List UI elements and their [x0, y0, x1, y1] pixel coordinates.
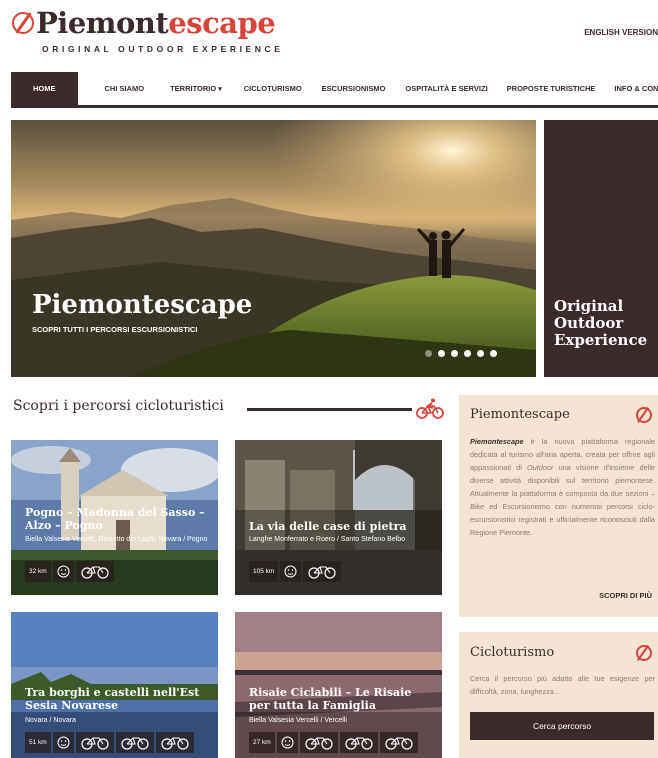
- nav-cicloturismo[interactable]: CICLOTURISMO: [244, 72, 302, 105]
- info-box-title: Piemontescape: [470, 407, 570, 422]
- route-card[interactable]: Risaie Ciclabili – Le Risaie per tutta l…: [235, 612, 442, 758]
- route-length: 32 km: [25, 561, 51, 582]
- cicloturismo-box-title: Cicloturismo: [470, 645, 555, 660]
- search-route-button[interactable]: Cerca percorso: [470, 712, 654, 740]
- route-card-meta: 51 km: [25, 732, 194, 753]
- nav-escursionismo[interactable]: ESCURSIONISMO: [322, 72, 386, 105]
- cicloturismo-box-text: Cerca il percorso più adatto alle tue es…: [470, 674, 655, 696]
- route-card-location: Biella Valsesia Vercelli, Distretto dei …: [25, 536, 208, 543]
- main-nav: HOME CHI SIAMO TERRITORIO ▾ CICLOTURISMO …: [11, 72, 658, 108]
- nav-home[interactable]: HOME: [11, 72, 78, 105]
- slider-dot[interactable]: [438, 350, 445, 357]
- slider-dots: [425, 350, 497, 357]
- route-card-meta: 32 km: [25, 561, 114, 582]
- bike-type-icon: [155, 732, 194, 753]
- route-length: 105 km: [249, 561, 279, 582]
- bike-type-icon: [75, 732, 114, 753]
- hero-landscape-image: [11, 120, 536, 377]
- route-length: 27 km: [249, 732, 275, 753]
- route-card[interactable]: Pogno – Madonna del Sasso – Alzo – Pogno…: [11, 440, 218, 595]
- bike-type-icon: [303, 561, 342, 582]
- route-card-title: Pogno – Madonna del Sasso – Alzo – Pogno: [25, 506, 205, 532]
- nav-territorio[interactable]: TERRITORIO ▾: [170, 72, 222, 105]
- hero-slider[interactable]: Piemontescape SCOPRI TUTTI I PERCORSI ES…: [11, 120, 536, 377]
- logo-mark-icon: [12, 12, 34, 34]
- slider-dot[interactable]: [451, 350, 458, 357]
- route-card-location: Langhe Monferrato e Roero / Santo Stefan…: [249, 536, 406, 543]
- route-card[interactable]: La via delle case di pietra Langhe Monfe…: [235, 440, 442, 595]
- difficulty-icon: [276, 732, 298, 753]
- route-card-location: Biella Valsesia Vercelli / Vercelli: [249, 717, 347, 724]
- bike-type-icon: [75, 561, 114, 582]
- bike-type-icon: [379, 732, 418, 753]
- route-card-meta: 27 km: [249, 732, 418, 753]
- difficulty-icon: [52, 561, 74, 582]
- hero-subtitle[interactable]: SCOPRI TUTTI I PERCORSI ESCURSIONISTICI: [32, 325, 197, 334]
- section-divider: [247, 408, 412, 411]
- slider-dot[interactable]: [490, 350, 497, 357]
- english-version-link[interactable]: ENGLISH VERSION: [584, 28, 658, 37]
- route-card-title: Risaie Ciclabili – Le Risaie per tutta l…: [249, 686, 412, 712]
- nav-chi-siamo[interactable]: CHI SIAMO: [105, 72, 145, 105]
- nav-info[interactable]: INFO & CONTATTI: [614, 72, 658, 105]
- info-box-text: Piemontescape è la nuova piattaforma reg…: [470, 437, 655, 537]
- route-card-title: La via delle case di pietra: [249, 520, 407, 533]
- hero-title: Piemontescape: [32, 290, 253, 320]
- difficulty-icon: [280, 561, 302, 582]
- section-title: Scopri i percorsi cicloturistici: [13, 398, 224, 414]
- route-card-meta: 105 km: [249, 561, 342, 582]
- route-card-location: Novara / Novara: [25, 717, 76, 724]
- logo-mark-icon: [636, 645, 652, 661]
- bike-type-icon: [339, 732, 378, 753]
- nav-territorio-label: TERRITORIO: [170, 84, 217, 93]
- cyclist-icon: [416, 398, 444, 419]
- tagline: ORIGINAL OUTDOOR EXPERIENCE: [42, 44, 284, 54]
- site-logo[interactable]: Piemontescape: [12, 6, 276, 40]
- nav-ospitalita[interactable]: OSPITALITÀ E SERVIZI: [405, 72, 487, 105]
- logo-text: Piemontescape: [36, 6, 276, 40]
- difficulty-icon: [52, 732, 74, 753]
- logo-mark-icon: [636, 407, 652, 423]
- nav-proposte[interactable]: PROPOSTE TURISTICHE: [507, 72, 596, 105]
- slider-dot[interactable]: [477, 350, 484, 357]
- slider-dot[interactable]: [464, 350, 471, 357]
- slider-dot[interactable]: [425, 350, 432, 357]
- side-panel: Original Outdoor Experience: [544, 120, 658, 377]
- info-box: Piemontescape Piemontescape è la nuova p…: [459, 395, 658, 617]
- cicloturismo-box: Cicloturismo Cerca il percorso più adatt…: [459, 632, 658, 758]
- chevron-down-icon: ▾: [218, 85, 222, 93]
- bike-type-icon: [299, 732, 338, 753]
- route-length: 51 km: [25, 732, 51, 753]
- bike-type-icon: [115, 732, 154, 753]
- side-panel-text: Original Outdoor Experience: [554, 297, 648, 349]
- route-card[interactable]: Tra borghi e castelli nell'Est Sesia Nov…: [11, 612, 218, 758]
- discover-more-link[interactable]: SCOPRI DI PIÙ: [599, 591, 652, 600]
- route-card-title: Tra borghi e castelli nell'Est Sesia Nov…: [25, 686, 200, 712]
